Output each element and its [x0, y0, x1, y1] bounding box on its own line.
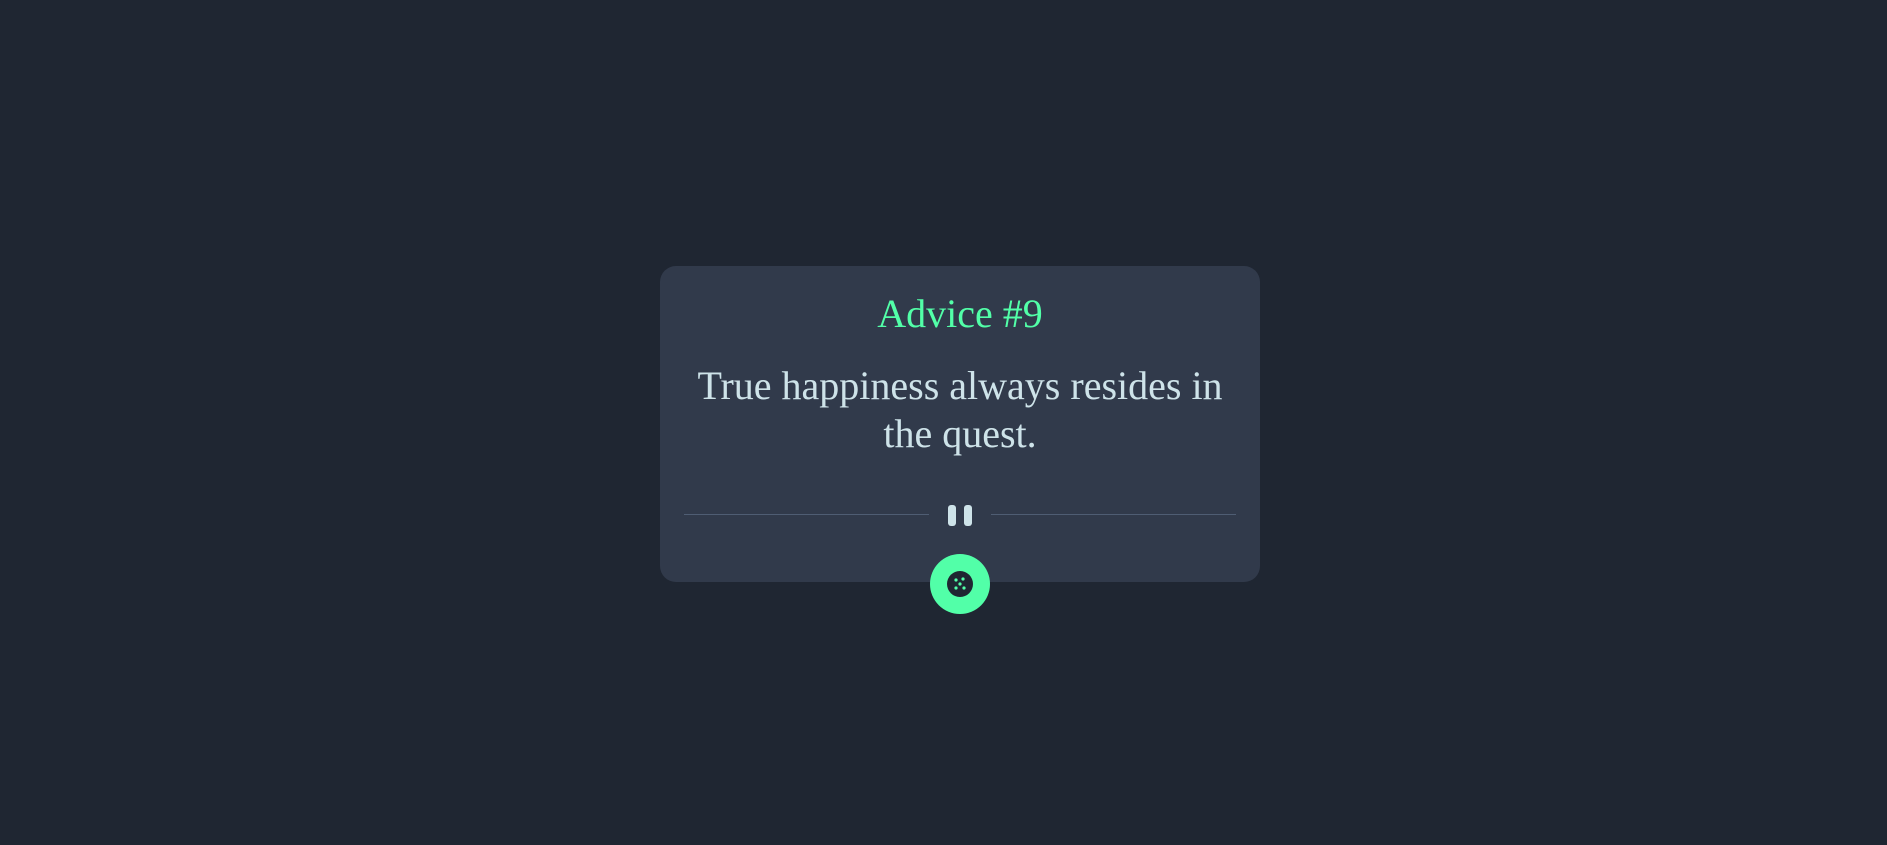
- dice-icon: [947, 571, 973, 597]
- dice-button[interactable]: [930, 554, 990, 614]
- advice-title: Advice #9: [877, 291, 1043, 336]
- divider-line-left: [684, 514, 929, 515]
- pattern-divider: [684, 500, 1236, 530]
- advice-card: Advice #9 True happiness always resides …: [660, 266, 1260, 582]
- divider-line-right: [991, 514, 1236, 515]
- pause-icon: [946, 505, 974, 526]
- advice-quote: True happiness always resides in the que…: [697, 363, 1223, 456]
